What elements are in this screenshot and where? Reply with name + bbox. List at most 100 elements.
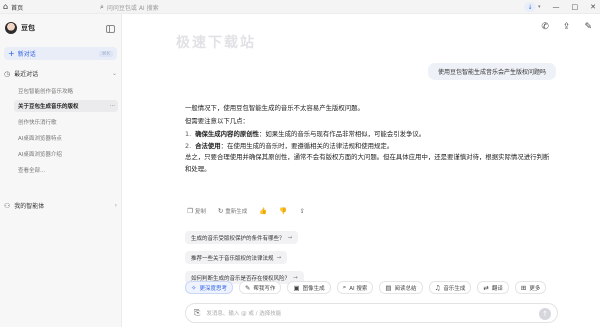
search-icon: ⌕ xyxy=(342,283,347,291)
arrow-right-icon: → xyxy=(276,254,282,261)
suggestion-chip[interactable]: 生成的音乐受版权保护的条件有哪些？ → xyxy=(185,231,299,244)
skill-bar: ✧ 更深度思考 ✎ 帮我写作 ▣ 图像生成 ⌕ AI 搜索 ▤ 阅读总结 ♫ 音乐生成 ⇄ 翻… xyxy=(185,281,547,294)
search-bar[interactable]: ⌕ 问问豆包或 AI 搜索 xyxy=(96,1,536,13)
copy-icon: ❐ xyxy=(187,207,193,215)
copy-label: 复制 xyxy=(194,209,206,215)
send-button[interactable]: ↑ xyxy=(539,308,551,320)
history-label: AI桌面浏览器特点 xyxy=(18,136,62,142)
view-all-link[interactable]: 查看全部... xyxy=(14,164,118,176)
skill-image[interactable]: ▣ 图像生成 xyxy=(287,281,331,294)
maximize-button[interactable]: □ xyxy=(572,3,579,11)
search-icon: ⌕ xyxy=(100,2,104,11)
suggestion-chip[interactable]: 推荐一些关于音乐版权的法律法规 → xyxy=(185,251,288,264)
skill-label: 更深度思考 xyxy=(199,285,227,292)
thumbs-up-icon[interactable]: 👍 xyxy=(259,207,267,215)
download-icon[interactable]: ↓ xyxy=(523,2,536,12)
phone-icon[interactable]: ✆ xyxy=(541,22,549,32)
answer-paragraph: 一般情况下，使用豆包智能生成的音乐不太容易产生版权问题。 xyxy=(185,104,364,112)
sidebar-item-history[interactable]: 豆包智能创作音乐攻略 xyxy=(14,85,118,97)
assistant-answer: 一般情况下，使用豆包智能生成的音乐不太容易产生版权问题。 但需要注意以下几点： … xyxy=(185,103,555,177)
top-bar: ⌂ 首页 ⌕ 问问豆包或 AI 搜索 ↓ ▾ — □ ✕ xyxy=(0,0,600,14)
message-placeholder: 发消息、输入 @ 或 / 选择技能 xyxy=(206,311,282,317)
skill-deep-think[interactable]: ✧ 更深度思考 xyxy=(185,281,233,294)
sidebar-toggle-icon[interactable] xyxy=(106,25,115,33)
tab-home-label: 首页 xyxy=(11,4,24,12)
share-icon[interactable]: ⇪ xyxy=(563,22,571,32)
sidebar-item-history[interactable]: AI桌面浏览器特点 xyxy=(14,132,118,144)
answer-list-item: 1. 确保生成内容的原创性：如果生成的音乐与现有作品非常相似，可能会引发争议。 xyxy=(185,129,555,141)
regenerate-button[interactable]: ↻ 重新生成 xyxy=(218,207,247,215)
home-icon: ⌂ xyxy=(3,2,9,11)
answer-actions: ❐ 复制 ↻ 重新生成 👍 👎 ⇪ xyxy=(187,207,305,215)
list-item-text: ：如果生成的音乐与现有作品非常相似，可能会引发争议。 xyxy=(259,130,426,138)
arrow-right-icon: → xyxy=(293,274,298,281)
list-number: 1. xyxy=(185,130,192,138)
user-message: 使用豆包智能生成音乐会产生版权问题吗 xyxy=(427,63,556,80)
skill-music[interactable]: ♫ 音乐生成 xyxy=(428,281,472,294)
window-controls: ↓ ▾ — □ ✕ xyxy=(523,0,596,14)
sidebar: 豆包 + 新对话 ⌘K ◷ 最近对话 ⌄ 豆包智能创作音乐攻略 关于豆包生成音乐… xyxy=(0,14,122,327)
history-label: AI桌面浏览器介绍 xyxy=(18,152,62,158)
sidebar-item-history-active[interactable]: 关于豆包生成音乐的版权 ··· xyxy=(14,100,118,112)
skill-label: 翻译 xyxy=(491,285,503,292)
history-label: 查看全部... xyxy=(18,168,46,174)
refresh-icon: ↻ xyxy=(217,207,224,215)
chat-toolbar: ✆ ⇪ ✎ xyxy=(541,22,592,32)
agent-icon: ⚇ xyxy=(4,201,11,210)
attachment-icon[interactable]: ⎘ xyxy=(194,308,200,318)
arrow-up-icon: ↑ xyxy=(542,310,548,318)
history-label: 关于豆包生成音乐的版权 xyxy=(18,104,79,110)
suggestion-text: 生成的音乐受版权保护的条件有哪些？ xyxy=(191,235,285,242)
chat-panel: 极速下载站 ✆ ⇪ ✎ 使用豆包智能生成音乐会产生版权问题吗 一般情况下，使用豆… xyxy=(122,14,600,327)
new-chat-label: 新对话 xyxy=(17,51,36,58)
more-icon[interactable]: ··· xyxy=(110,103,115,109)
grid-icon: ⊞ xyxy=(520,283,527,292)
music-icon: ♫ xyxy=(434,283,441,292)
recent-chats-header[interactable]: ◷ 最近对话 ⌄ xyxy=(4,69,117,79)
list-number: 2. xyxy=(185,141,192,150)
skill-more[interactable]: ⊞ 更多 xyxy=(514,281,547,294)
app-window: ⌂ 首页 ⌕ 问问豆包或 AI 搜索 ↓ ▾ — □ ✕ 豆包 + 新对话 ⌘K… xyxy=(0,0,600,327)
skill-label: 更多 xyxy=(529,285,541,292)
copy-button[interactable]: ❐ 复制 xyxy=(187,207,206,215)
translate-icon: ⇄ xyxy=(483,283,489,292)
plus-icon: + xyxy=(8,48,15,58)
arrow-right-icon: → xyxy=(287,234,293,241)
chevron-down-icon[interactable]: ▾ xyxy=(538,4,541,10)
skill-label: 阅读总结 xyxy=(394,285,417,292)
image-icon: ▣ xyxy=(293,283,300,292)
skill-label: 音乐生成 xyxy=(443,285,466,292)
brand-name: 豆包 xyxy=(21,24,35,32)
skill-search[interactable]: ⌕ AI 搜索 xyxy=(336,281,374,294)
my-agents-header[interactable]: ⚇ 我的智能体 › xyxy=(4,201,117,211)
share-icon[interactable]: ⇪ xyxy=(300,207,305,215)
my-agents-label: 我的智能体 xyxy=(14,203,45,210)
watermark: 极速下载站 xyxy=(176,35,256,51)
skill-label: AI 搜索 xyxy=(349,285,368,292)
regenerate-label: 重新生成 xyxy=(225,209,248,215)
chevron-right-icon: › xyxy=(114,202,117,209)
brand[interactable]: 豆包 xyxy=(5,22,35,34)
clock-icon: ◷ xyxy=(4,69,11,78)
edit-icon[interactable]: ✎ xyxy=(584,22,592,32)
close-button[interactable]: ✕ xyxy=(590,3,596,11)
history-label: 豆包智能创作音乐攻略 xyxy=(18,89,74,95)
spark-icon: ✧ xyxy=(191,283,197,292)
sidebar-item-history[interactable]: 创作快乐消行歌 xyxy=(14,116,118,128)
skill-writing[interactable]: ✎ 帮我写作 xyxy=(238,281,282,294)
skill-translate[interactable]: ⇄ 翻译 xyxy=(477,281,509,294)
history-label: 创作快乐消行歌 xyxy=(18,120,57,126)
skill-label: 图像生成 xyxy=(302,285,325,292)
list-item-title: 确保生成内容的原创性 xyxy=(195,130,260,138)
message-input[interactable]: ⎘ 发消息、输入 @ 或 / 选择技能 ↑ xyxy=(185,303,558,323)
scrollbar[interactable] xyxy=(595,14,600,327)
skill-reading[interactable]: ▤ 阅读总结 xyxy=(379,281,423,294)
minimize-button[interactable]: — xyxy=(553,3,560,11)
new-chat-button[interactable]: + 新对话 ⌘K xyxy=(4,47,117,60)
tab-home[interactable]: ⌂ 首页 xyxy=(0,0,92,14)
list-item-text: ：在使用生成的音乐时，要遵循相关的法律法规和使用规定。 xyxy=(220,141,394,150)
pen-icon: ✎ xyxy=(244,283,251,292)
sidebar-item-history[interactable]: AI桌面浏览器介绍 xyxy=(14,148,118,160)
thumbs-down-icon[interactable]: 👎 xyxy=(279,207,287,215)
answer-paragraph: 总之，只要合理使用并确保其原创性，通常不会有版权方面的大问题。但在具体应用中，还… xyxy=(185,153,550,173)
